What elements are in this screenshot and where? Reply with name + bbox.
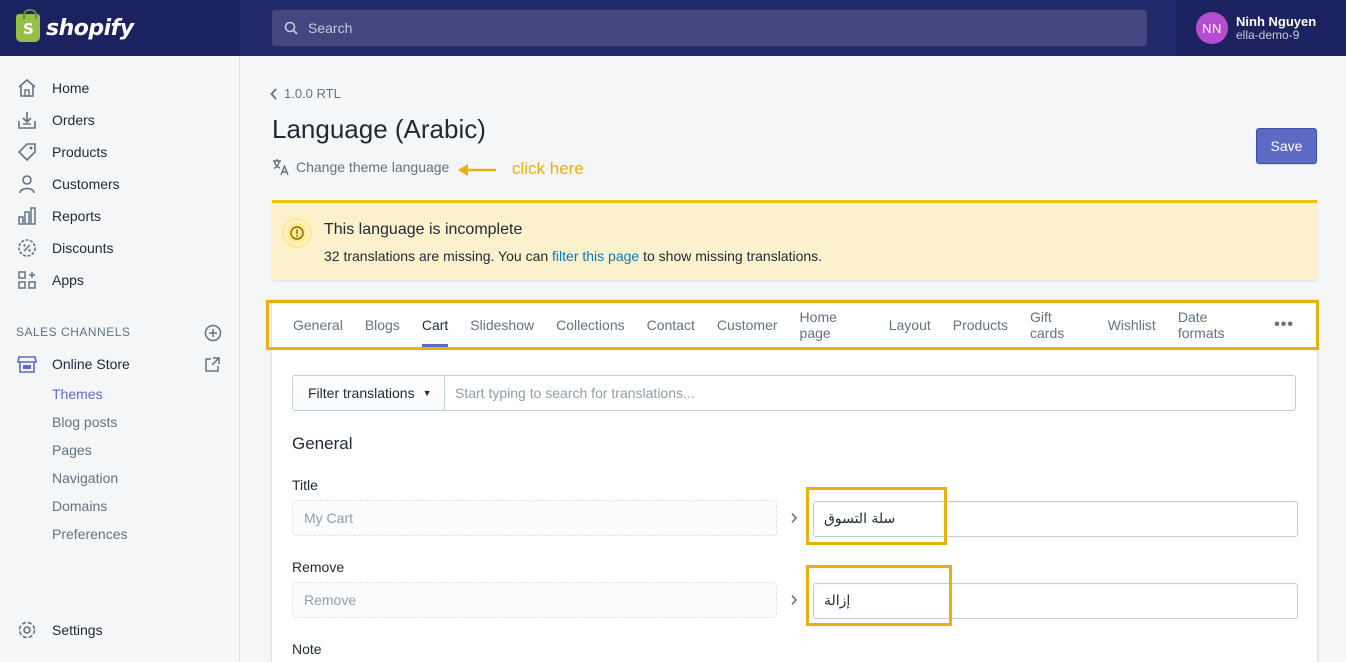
sidebar-item-settings[interactable]: Settings [16, 616, 103, 644]
sidebar-item-reports[interactable]: Reports [16, 202, 101, 230]
caret-down-icon: ▼ [422, 388, 432, 398]
sidebar-item-label: Home [52, 80, 90, 96]
filter-bar: Filter translations ▼ Start typing to se… [292, 375, 1296, 411]
sidebar: Home Orders Products Customers Reports D… [0, 56, 240, 662]
field-label-title: Title [292, 477, 318, 493]
sidebar-item-label: Reports [52, 208, 102, 224]
sidebar-item-label: Online Store [52, 356, 130, 372]
user-menu[interactable]: NN Ninh Nguyen ella-demo-9 [1176, 0, 1346, 56]
search-input[interactable]: Search [272, 10, 1147, 46]
sidebar-item-label: Products [52, 144, 108, 160]
sidebar-item-online-store[interactable]: Online Store [16, 350, 130, 378]
annotation-arrow-icon [458, 164, 496, 176]
home-icon [16, 77, 38, 99]
sidebar-sub-navigation[interactable]: Navigation [52, 470, 118, 486]
chevron-left-icon [270, 87, 277, 100]
chart-icon [16, 205, 38, 227]
avatar: NN [1196, 12, 1228, 44]
banner-body: 32 translations are missing. You can fil… [324, 248, 822, 264]
sales-channels-heading: SALES CHANNELS [16, 325, 131, 339]
tab-gift-cards[interactable]: Gift cards [1030, 303, 1086, 347]
field-label-remove: Remove [292, 559, 345, 575]
tab-wishlist[interactable]: Wishlist [1108, 303, 1156, 347]
more-tabs-button[interactable]: ••• [1274, 303, 1294, 347]
sidebar-item-label: Customers [52, 176, 120, 192]
warning-icon [284, 220, 310, 246]
warning-banner: This language is incomplete 32 translati… [272, 200, 1317, 280]
discount-icon [16, 237, 38, 259]
sidebar-sub-themes[interactable]: Themes [52, 386, 103, 402]
store-name: ella-demo-9 [1236, 28, 1300, 42]
tab-products[interactable]: Products [953, 303, 1008, 347]
translation-search-input[interactable]: Start typing to search for translations.… [445, 376, 1295, 410]
tab-slideshow[interactable]: Slideshow [470, 303, 534, 347]
breadcrumb[interactable]: 1.0.0 RTL [270, 86, 341, 101]
sidebar-item-discounts[interactable]: Discounts [16, 234, 113, 262]
sidebar-item-label: Orders [52, 112, 95, 128]
group-title: General [292, 434, 353, 453]
sidebar-sub-pages[interactable]: Pages [52, 442, 92, 458]
field-label-note: Note [292, 641, 322, 657]
sidebar-sub-domains[interactable]: Domains [52, 498, 107, 514]
highlight-box [806, 487, 947, 545]
tab-cart[interactable]: Cart [421, 303, 449, 347]
tab-customer[interactable]: Customer [717, 303, 778, 347]
chevron-right-icon [791, 594, 798, 606]
add-channel-icon[interactable] [204, 324, 222, 347]
change-theme-language-link[interactable]: Change theme language [272, 158, 449, 176]
store-icon [16, 353, 38, 375]
filter-translations-button[interactable]: Filter translations ▼ [293, 376, 445, 410]
sidebar-item-label: Apps [52, 272, 84, 288]
source-field-title: My Cart [292, 500, 777, 536]
banner-title: This language is incomplete [324, 221, 523, 238]
tab-collections[interactable]: Collections [556, 303, 624, 347]
sidebar-item-products[interactable]: Products [16, 138, 107, 166]
section-tabs: General Blogs Cart Slideshow Collections… [266, 300, 1319, 350]
shopify-bag-icon: S [16, 9, 40, 42]
filter-page-link[interactable]: filter this page [552, 248, 639, 264]
tab-contact[interactable]: Contact [647, 303, 695, 347]
gear-icon [16, 619, 38, 641]
external-link-icon[interactable] [204, 356, 221, 378]
translate-icon [273, 159, 289, 176]
annotation-text: click here [512, 159, 584, 178]
chevron-right-icon [791, 512, 798, 524]
tab-home-page[interactable]: Home page [800, 303, 867, 347]
filter-button-label: Filter translations [308, 385, 415, 401]
search-icon [284, 21, 298, 35]
highlight-box [806, 565, 952, 626]
search-placeholder: Search [308, 20, 353, 36]
sidebar-sub-preferences[interactable]: Preferences [52, 526, 127, 542]
logo-text: shopify [46, 15, 134, 41]
tag-icon [16, 141, 38, 163]
orders-icon [16, 109, 38, 131]
breadcrumb-label: 1.0.0 RTL [284, 86, 341, 101]
change-theme-language-label: Change theme language [296, 159, 450, 175]
apps-icon [16, 269, 38, 291]
banner-text: 32 translations are missing. You can [324, 248, 553, 264]
shopify-logo[interactable]: S shopify [0, 0, 240, 56]
banner-text-end: to show missing translations. [639, 248, 823, 264]
sidebar-item-label: Settings [52, 622, 103, 638]
tab-general[interactable]: General [293, 303, 343, 347]
tab-blogs[interactable]: Blogs [365, 303, 400, 347]
sidebar-sub-blog-posts[interactable]: Blog posts [52, 414, 117, 430]
sidebar-item-orders[interactable]: Orders [16, 106, 95, 134]
source-field-remove: Remove [292, 582, 777, 618]
person-icon [16, 173, 38, 195]
sidebar-item-apps[interactable]: Apps [16, 266, 84, 294]
user-name: Ninh Nguyen [1236, 14, 1317, 29]
sidebar-item-home[interactable]: Home [16, 74, 89, 102]
sidebar-item-label: Discounts [52, 240, 114, 256]
tab-date-formats[interactable]: Date formats [1178, 303, 1252, 347]
save-button[interactable]: Save [1256, 128, 1317, 164]
tab-layout[interactable]: Layout [889, 303, 931, 347]
page-title: Language (Arabic) [272, 114, 486, 144]
sidebar-item-customers[interactable]: Customers [16, 170, 120, 198]
